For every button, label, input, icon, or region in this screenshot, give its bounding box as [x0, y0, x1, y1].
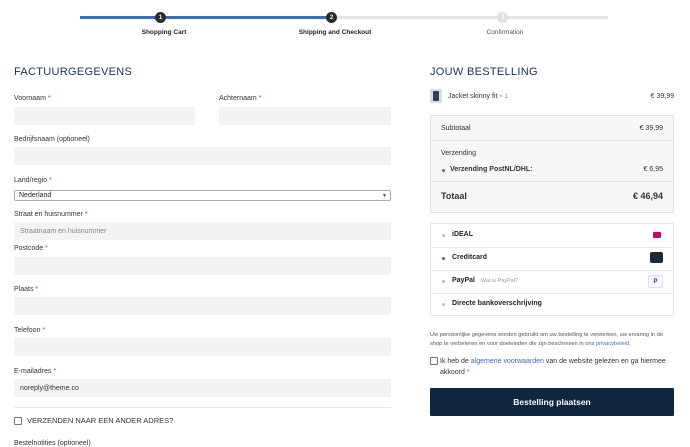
shipping-radio[interactable]	[442, 169, 445, 172]
progress-line-done-1	[80, 16, 160, 19]
divider	[14, 407, 391, 408]
payment-option-bank-transfer[interactable]: Directe bankoverschrijving	[431, 293, 673, 316]
total-label: Totaal	[441, 191, 467, 201]
payment-name-creditcard: Creditcard	[452, 254, 488, 261]
step-1-label[interactable]: Shopping Cart	[104, 29, 224, 36]
privacy-policy-link[interactable]: privacybeleid	[596, 341, 629, 347]
shipping-label: Verzending	[441, 150, 477, 157]
terms-link[interactable]: algemene voorwaarden	[471, 358, 544, 365]
jacket-icon	[433, 91, 439, 101]
totals-box: Subtotaal € 39,99 Verzending Verzending …	[430, 115, 674, 213]
payment-option-paypal[interactable]: PayPal Wat is PayPal? P	[431, 270, 673, 294]
street-field[interactable]: Straatnaam en huisnummer	[14, 222, 391, 240]
payment-radio-paypal[interactable]	[442, 280, 445, 283]
email-field[interactable]: noreply@theme.co	[14, 379, 391, 397]
step-2-circle[interactable]: 2	[326, 12, 337, 23]
payment-option-creditcard[interactable]: Creditcard	[431, 247, 673, 271]
country-select[interactable]: Nederland ▼	[14, 190, 391, 201]
payment-name-ideal: iDEAL	[452, 231, 473, 238]
postcode-label: Postcode *	[14, 245, 48, 252]
payment-name-bank-transfer: Directe bankoverschrijving	[452, 300, 542, 307]
subtotal-value: € 39,99	[639, 125, 663, 132]
terms-label[interactable]: Ik heb de algemene voorwaarden van de we…	[440, 356, 675, 378]
divider	[431, 140, 673, 141]
payment-methods: iDEAL Creditcard PayPal Wat is PayPal? P…	[430, 223, 674, 316]
shipping-method: Verzending PostNL/DHL:	[450, 166, 533, 173]
progress-line-todo-2	[503, 16, 608, 19]
city-label: Plaats *	[14, 286, 39, 293]
shipping-value: € 6,95	[643, 166, 663, 173]
order-title: JOUW BESTELLING	[430, 66, 538, 78]
step-3-label: Confirmation	[486, 29, 524, 36]
subtotal-label: Subtotaal	[441, 125, 471, 132]
phone-field[interactable]	[14, 338, 391, 356]
city-field[interactable]	[14, 297, 391, 315]
product-price: € 39,99	[650, 93, 674, 100]
payment-name-paypal: PayPal Wat is PayPal?	[452, 277, 519, 284]
company-label: Bedrijfsnaam (optioneel)	[14, 136, 90, 143]
payment-option-ideal[interactable]: iDEAL	[431, 224, 673, 248]
country-label: Land/regio *	[14, 177, 52, 184]
first-name-label: Voornaam *	[14, 95, 51, 102]
step-1-circle[interactable]: 1	[155, 12, 166, 23]
paypal-icon: P	[648, 275, 663, 288]
ideal-icon	[650, 229, 663, 240]
chevron-down-icon: ▼	[382, 193, 387, 199]
place-order-button[interactable]: Bestelling plaatsen	[430, 388, 674, 416]
payment-radio-bank-transfer[interactable]	[442, 303, 445, 306]
country-select-value: Nederland	[19, 192, 52, 199]
privacy-notice: Uw persoonlijke gegevens worden gebruikt…	[430, 332, 663, 347]
ship-different-label[interactable]: VERZENDEN NAAR EEN ANDER ADRES?	[27, 416, 173, 425]
payment-radio-ideal[interactable]	[442, 234, 445, 237]
product-qty: × 1	[499, 94, 508, 100]
divider	[431, 181, 673, 182]
product-name: Jacket skinny fit × 1	[448, 93, 508, 100]
billing-title: FACTUURGEGEVENS	[14, 66, 133, 78]
creditcard-icon	[650, 252, 663, 263]
terms-checkbox[interactable]	[430, 357, 438, 365]
progress-line-todo-1	[332, 16, 502, 19]
last-name-label: Achternaam *	[219, 95, 262, 102]
first-name-field[interactable]	[14, 107, 195, 125]
ship-different-checkbox[interactable]	[14, 417, 22, 425]
progress-line-done-2	[161, 16, 331, 19]
street-label: Straat en huisnummer *	[14, 211, 88, 218]
email-label: E-mailadres *	[14, 368, 57, 375]
product-thumbnail	[430, 89, 442, 103]
last-name-field[interactable]	[219, 107, 391, 125]
postcode-field[interactable]	[14, 257, 391, 275]
total-value: € 46,94	[632, 191, 663, 201]
phone-label: Telefoon *	[14, 327, 46, 334]
paypal-info-link[interactable]: Wat is PayPal?	[481, 278, 518, 284]
step-2-label[interactable]: Shipping and Checkout	[275, 29, 395, 36]
step-3-circle: 3	[497, 12, 508, 23]
payment-radio-creditcard[interactable]	[442, 257, 445, 260]
company-field[interactable]	[14, 147, 391, 165]
